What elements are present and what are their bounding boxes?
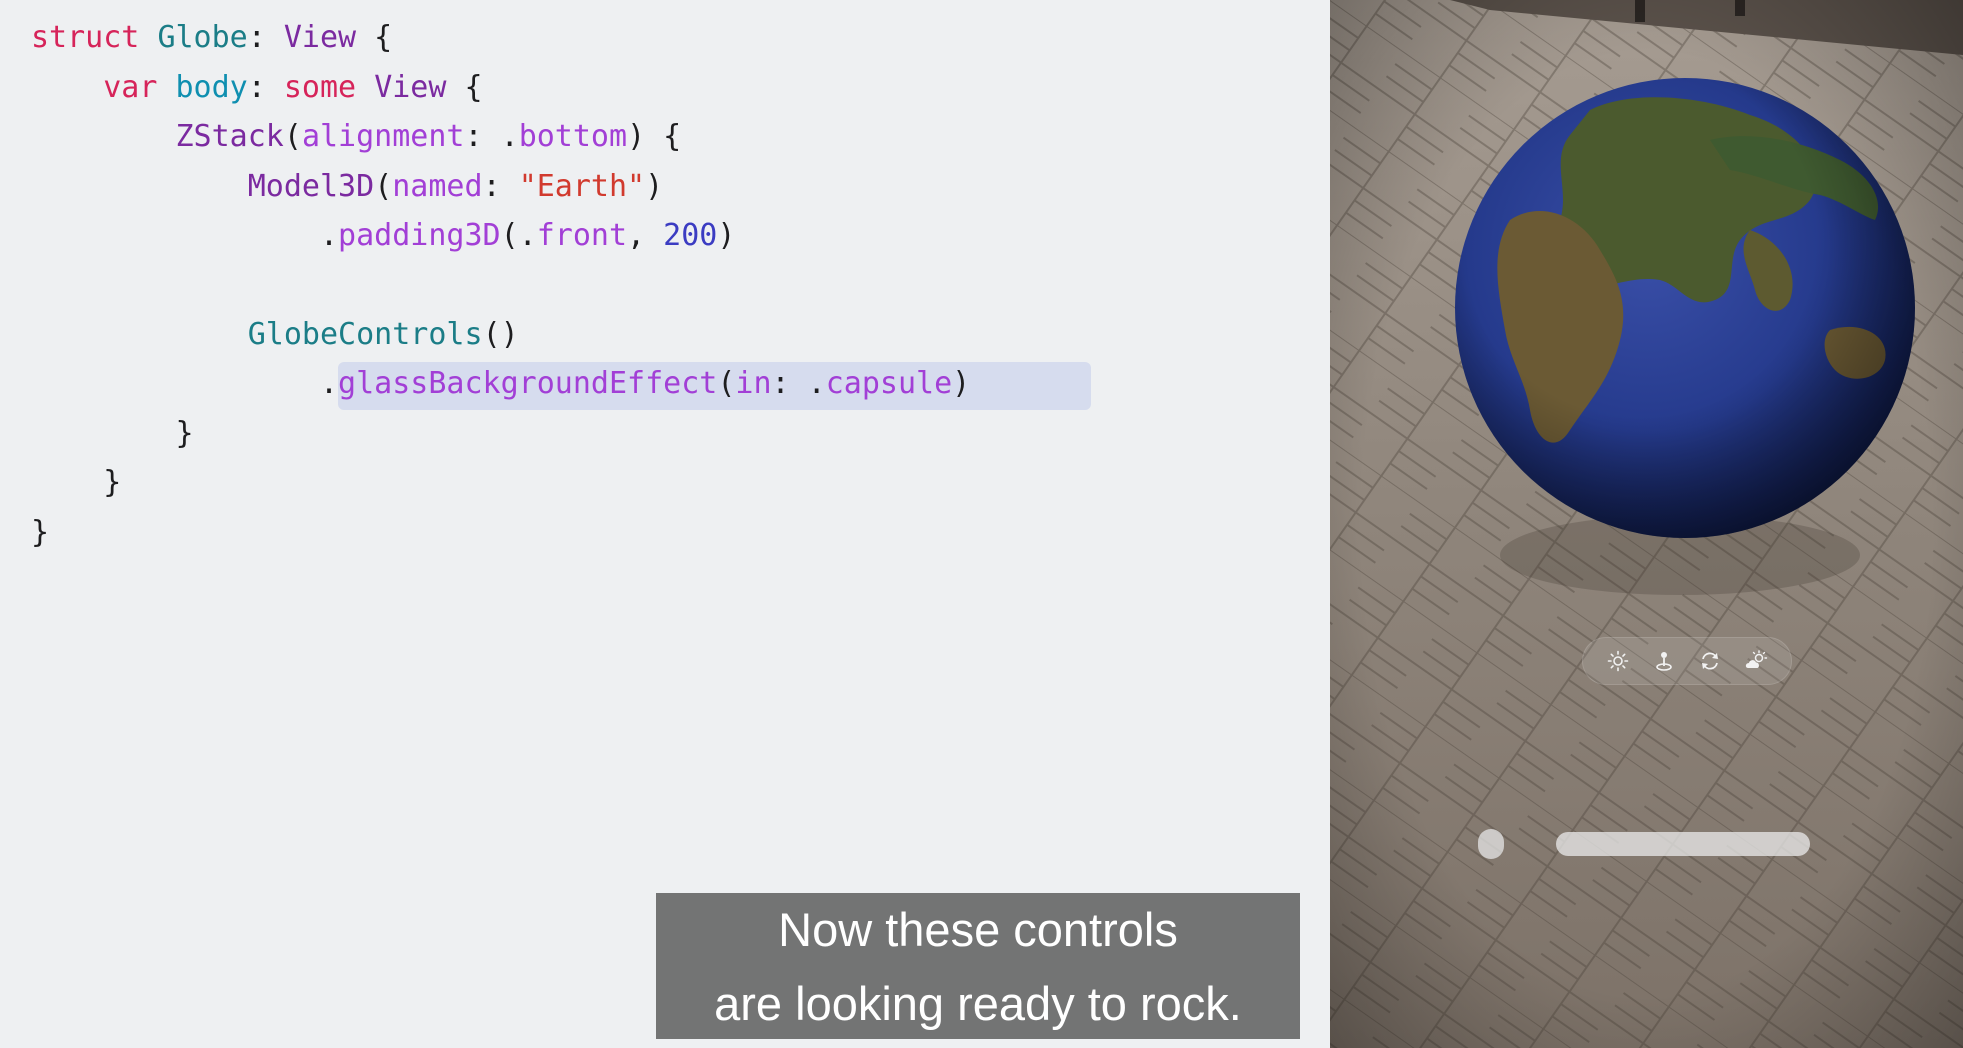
code-token: some [283, 70, 357, 105]
globe-controls-capsule [1582, 637, 1792, 685]
code-line: GlobeControls() [31, 313, 519, 357]
code-token: : . [464, 119, 519, 154]
code-token: bottom [518, 119, 628, 154]
code-token: ( [717, 366, 736, 401]
code-token: body [175, 70, 248, 105]
code-line: struct Globe: View { [31, 16, 392, 60]
code-line: .padding3D(.front, 200) [31, 214, 735, 258]
code-token: struct [31, 20, 140, 55]
code-token: ) [645, 169, 664, 204]
code-token: { [446, 70, 483, 105]
code-line: } [31, 511, 49, 555]
cloud-sun-icon[interactable] [1739, 644, 1773, 678]
code-line: .glassBackgroundEffect(in: .capsule) [31, 362, 970, 406]
code-line: } [31, 412, 194, 456]
caption-line-2: are looking ready to rock. [714, 977, 1242, 1030]
code-token: : [247, 70, 284, 105]
window-close-dot[interactable] [1478, 829, 1504, 859]
code-line: ZStack(alignment: .bottom) { [31, 115, 682, 159]
code-token: ) [717, 218, 736, 253]
code-editor-panel: struct Globe: View { var body: some View… [0, 0, 1330, 1048]
code-token: } [31, 515, 50, 550]
code-token: glassBackgroundEffect [338, 366, 718, 401]
code-token: , [627, 218, 664, 253]
code-token: Model3D [247, 169, 375, 204]
pin-icon[interactable] [1647, 644, 1681, 678]
code-token: var [103, 70, 158, 105]
code-token: 200 [663, 218, 718, 253]
window-grab-bar[interactable] [1556, 832, 1810, 856]
code-token: . [31, 366, 339, 401]
code-token: capsule [825, 366, 953, 401]
code-token: { [356, 20, 393, 55]
code-line: Model3D(named: "Earth") [31, 165, 663, 209]
code-token: ) { [627, 119, 682, 154]
code-token: View [283, 20, 357, 55]
code-token: padding3D [338, 218, 501, 253]
code-token: ( [283, 119, 302, 154]
sun-icon[interactable] [1601, 644, 1635, 678]
preview-scene [1330, 0, 1963, 1048]
rotate-icon[interactable] [1693, 644, 1727, 678]
code-token: . [31, 218, 339, 253]
code-token: () [482, 317, 519, 352]
globe-preview-panel [1330, 0, 1963, 1048]
code-token: (. [500, 218, 537, 253]
code-token: named [392, 169, 483, 204]
code-token: } [31, 416, 194, 451]
code-token: "Earth" [518, 169, 646, 204]
code-line: var body: some View { [31, 66, 483, 110]
code-token: ( [374, 169, 393, 204]
code-token: ZStack [175, 119, 284, 154]
subtitle-caption: Now these controls are looking ready to … [656, 893, 1300, 1039]
code-token: alignment [301, 119, 465, 154]
code-line: } [31, 461, 121, 505]
code-token: in [735, 366, 772, 401]
code-token: front [536, 218, 628, 253]
code-token: Globe [157, 20, 248, 55]
code-token: View [374, 70, 447, 105]
code-token: : . [771, 366, 826, 401]
code-token: GlobeControls [247, 317, 483, 352]
code-token: } [31, 465, 122, 500]
caption-line-1: Now these controls [778, 903, 1178, 956]
code-token: : [247, 20, 284, 55]
code-token: : [482, 169, 519, 204]
code-token: ) [952, 366, 971, 401]
